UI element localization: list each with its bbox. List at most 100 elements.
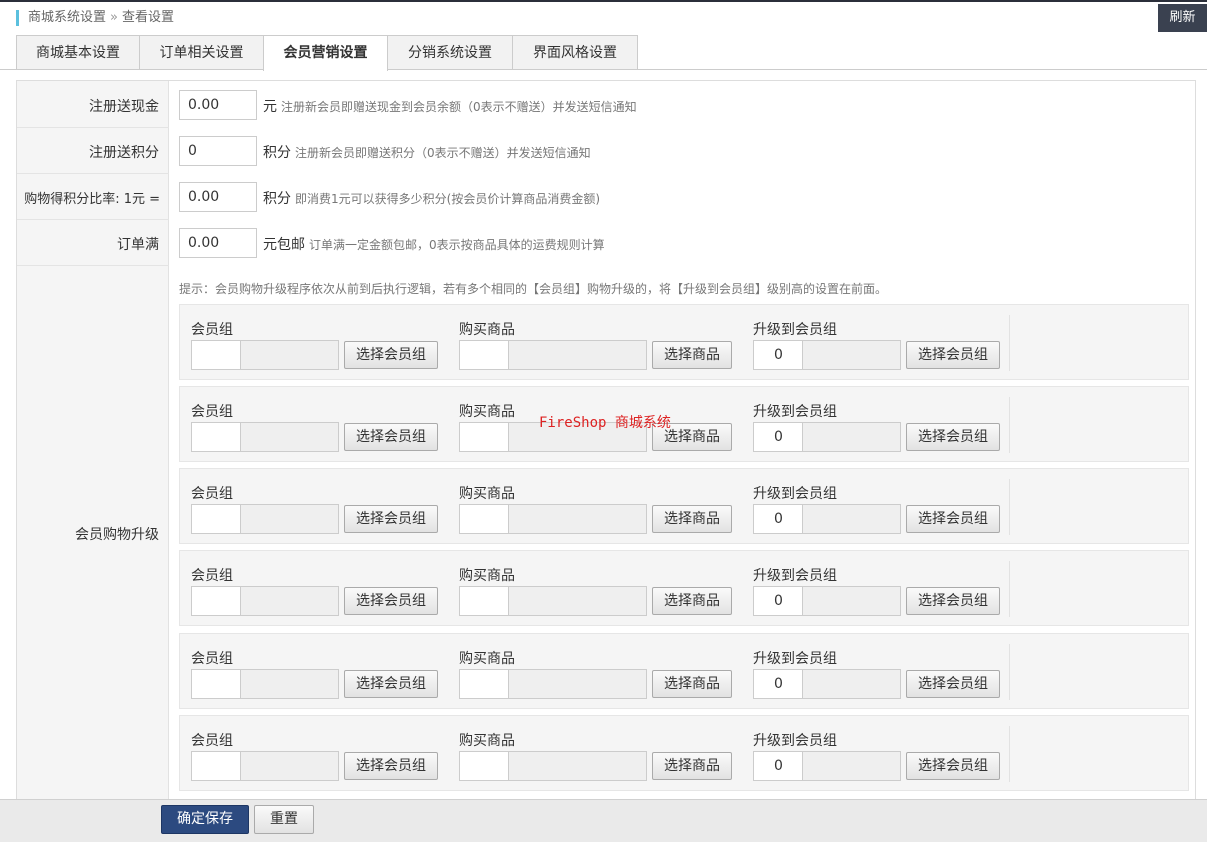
row-end-divider: [1009, 397, 1010, 453]
product-id-input[interactable]: [459, 751, 509, 781]
member-group-id-input[interactable]: [191, 669, 241, 699]
points-ratio-input[interactable]: 0.00: [179, 182, 257, 212]
select-member-group-button[interactable]: 选择会员组: [344, 505, 438, 533]
settings-form: 注册送现金 0.00 元 注册新会员即赠送现金到会员余额（0表示不赠送）并发送短…: [16, 80, 1196, 800]
refresh-button[interactable]: 刷新: [1158, 4, 1207, 32]
target-group-id-input[interactable]: 0: [753, 504, 803, 534]
upgrade-rule-row: 会员组 选择会员组 购买商品 选择商品 升级到会员组 0 选择会员组: [179, 633, 1189, 709]
member-group-label: 会员组: [191, 322, 233, 338]
register-points-input[interactable]: 0: [179, 136, 257, 166]
tab-basic-settings[interactable]: 商城基本设置: [16, 35, 140, 70]
target-group-label: 升级到会员组: [753, 486, 837, 502]
points-ratio-unit: 积分: [263, 191, 291, 207]
target-group-name-field: [802, 751, 901, 781]
register-cash-label: 注册送现金: [89, 99, 159, 115]
select-product-button[interactable]: 选择商品: [652, 670, 732, 698]
select-target-group-button[interactable]: 选择会员组: [906, 752, 1000, 780]
select-product-button[interactable]: 选择商品: [652, 505, 732, 533]
member-group-name-field: [240, 504, 339, 534]
target-group-name-field: [802, 340, 901, 370]
member-group-id-input[interactable]: [191, 751, 241, 781]
product-id-input[interactable]: [459, 504, 509, 534]
member-group-label: 会员组: [191, 733, 233, 749]
target-group-label: 升级到会员组: [753, 322, 837, 338]
register-cash-unit: 元: [263, 99, 277, 115]
register-cash-input[interactable]: 0.00: [179, 90, 257, 120]
product-label: 购买商品: [459, 733, 515, 749]
target-group-name-field: [802, 669, 901, 699]
target-group-id-input[interactable]: 0: [753, 751, 803, 781]
row-divider: [17, 265, 169, 266]
select-target-group-button[interactable]: 选择会员组: [906, 341, 1000, 369]
free-shipping-input[interactable]: 0.00: [179, 228, 257, 258]
target-group-label: 升级到会员组: [753, 651, 837, 667]
save-button[interactable]: 确定保存: [161, 805, 249, 834]
product-name-field: [508, 751, 647, 781]
select-target-group-button[interactable]: 选择会员组: [906, 505, 1000, 533]
settings-tabs: 商城基本设置 订单相关设置 会员营销设置 分销系统设置 界面风格设置: [16, 35, 638, 71]
register-points-label: 注册送积分: [89, 145, 159, 161]
product-name-field: [508, 340, 647, 370]
target-group-id-input[interactable]: 0: [753, 669, 803, 699]
member-group-label: 会员组: [191, 404, 233, 420]
select-product-button[interactable]: 选择商品: [652, 587, 732, 615]
free-shipping-label: 订单满: [117, 237, 159, 253]
row-end-divider: [1009, 315, 1010, 371]
select-member-group-button[interactable]: 选择会员组: [344, 587, 438, 615]
watermark-text: FireShop 商城系统: [539, 415, 671, 431]
select-target-group-button[interactable]: 选择会员组: [906, 423, 1000, 451]
breadcrumb-current: 查看设置: [121, 10, 174, 25]
product-label: 购买商品: [459, 404, 515, 420]
member-group-id-input[interactable]: [191, 586, 241, 616]
upgrade-rule-row: 会员组选择会员组 购买商品选择商品 升级到会员组 0 选择会员组: [179, 304, 1189, 380]
select-member-group-button[interactable]: 选择会员组: [344, 752, 438, 780]
tab-theme-settings[interactable]: 界面风格设置: [512, 35, 638, 70]
row-end-divider: [1009, 561, 1010, 617]
target-group-id-input[interactable]: 0: [753, 340, 803, 370]
target-group-name-field: [802, 422, 901, 452]
product-label: 购买商品: [459, 322, 515, 338]
member-group-name-field: [240, 669, 339, 699]
product-id-input[interactable]: [459, 422, 509, 452]
tab-underline: [0, 69, 1207, 70]
tab-member-marketing[interactable]: 会员营销设置: [263, 35, 388, 71]
select-target-group-button[interactable]: 选择会员组: [906, 587, 1000, 615]
member-upgrade-label: 会员购物升级: [75, 527, 159, 543]
tab-distribution-settings[interactable]: 分销系统设置: [387, 35, 513, 70]
product-name-field: [508, 586, 647, 616]
member-group-id-input[interactable]: [191, 422, 241, 452]
row-divider: [17, 173, 169, 174]
row-divider: [17, 219, 169, 220]
product-id-input[interactable]: [459, 669, 509, 699]
select-product-button[interactable]: 选择商品: [652, 341, 732, 369]
footer-bar: 确定保存 重置: [0, 799, 1207, 842]
member-group-id-input[interactable]: [191, 504, 241, 534]
target-group-id-input[interactable]: 0: [753, 422, 803, 452]
target-group-id-input[interactable]: 0: [753, 586, 803, 616]
member-group-name-field: [240, 340, 339, 370]
row-end-divider: [1009, 726, 1010, 782]
select-member-group-button[interactable]: 选择会员组: [344, 670, 438, 698]
upgrade-rule-row: 会员组 选择会员组 购买商品 选择商品 升级到会员组 0 选择会员组: [179, 468, 1189, 544]
breadcrumb: 商城系统设置 » 查看设置: [16, 10, 174, 26]
select-target-group-button[interactable]: 选择会员组: [906, 670, 1000, 698]
select-product-button[interactable]: 选择商品: [652, 752, 732, 780]
member-group-label: 会员组: [191, 568, 233, 584]
product-name-field: [508, 504, 647, 534]
breadcrumb-parent[interactable]: 商城系统设置: [28, 10, 106, 25]
select-member-group-button[interactable]: 选择会员组: [344, 341, 438, 369]
free-shipping-unit: 元包邮: [263, 237, 305, 253]
register-cash-hint: 注册新会员即赠送现金到会员余额（0表示不赠送）并发送短信通知: [281, 100, 637, 114]
tab-order-settings[interactable]: 订单相关设置: [139, 35, 264, 70]
header: 商城系统设置 » 查看设置 刷新: [0, 2, 1207, 32]
member-upgrade-tip: 提示：会员购物升级程序依次从前到后执行逻辑，若有多个相同的【会员组】购物升级的，…: [179, 282, 888, 296]
product-label: 购买商品: [459, 568, 515, 584]
member-group-name-field: [240, 751, 339, 781]
member-group-name-field: [240, 586, 339, 616]
target-group-name-field: [802, 586, 901, 616]
product-id-input[interactable]: [459, 586, 509, 616]
reset-button[interactable]: 重置: [254, 805, 314, 834]
select-member-group-button[interactable]: 选择会员组: [344, 423, 438, 451]
product-id-input[interactable]: [459, 340, 509, 370]
member-group-id-input[interactable]: [191, 340, 241, 370]
